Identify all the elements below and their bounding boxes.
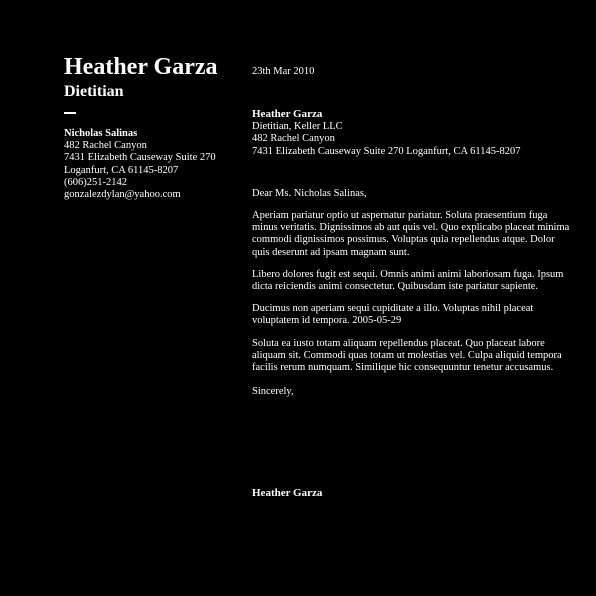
title-divider [64, 112, 76, 114]
signature-name: Heather Garza [252, 487, 323, 499]
author-name: Heather Garza [64, 54, 218, 80]
recipient-street: 482 Rachel Canyon [64, 140, 147, 152]
recipient-email: gonzalezdylan@yahoo.com [64, 189, 181, 201]
sender-address: 7431 Elizabeth Causeway Suite 270 Loganf… [252, 145, 521, 157]
body-paragraph-1: Aperiam pariatur optio ut aspernatur par… [252, 210, 570, 258]
author-title: Dietitian [64, 83, 124, 100]
recipient-phone: (606)251-2142 [64, 176, 127, 188]
letter-page: Heather Garza Dietitian Nicholas Salinas… [0, 0, 596, 596]
sidebar-header: Heather Garza Dietitian Nicholas Salinas… [64, 52, 234, 201]
salutation: Dear Ms. Nicholas Salinas, [252, 187, 367, 199]
sender-street: 482 Rachel Canyon [252, 133, 335, 145]
letter-body: 23th Mar 2010 Heather Garza Dietitian, K… [252, 66, 570, 398]
body-paragraph-2: Libero dolores fugit est sequi. Omnis an… [252, 268, 564, 293]
closing: Sincerely, [252, 386, 294, 398]
recipient-name: Nicholas Salinas [64, 128, 138, 139]
body-paragraph-3: Ducimus non aperiam sequi cupiditate a i… [252, 303, 534, 327]
sender-company: Dietitian, Keller LLC [252, 121, 343, 133]
body-paragraph-4: Soluta ea iusto totam aliquam repellendu… [252, 337, 562, 374]
recipient-contact-block: Nicholas Salinas 482 Rachel Canyon 7431 … [64, 128, 234, 201]
recipient-city: Loganfurt, CA 61145-8207 [64, 164, 179, 176]
sender-address-block: Heather Garza Dietitian, Keller LLC 482 … [252, 108, 570, 158]
letter-date: 23th Mar 2010 [252, 66, 315, 77]
sender-name: Heather Garza [252, 108, 323, 121]
recipient-address: 7431 Elizabeth Causeway Suite 270 [64, 152, 216, 164]
